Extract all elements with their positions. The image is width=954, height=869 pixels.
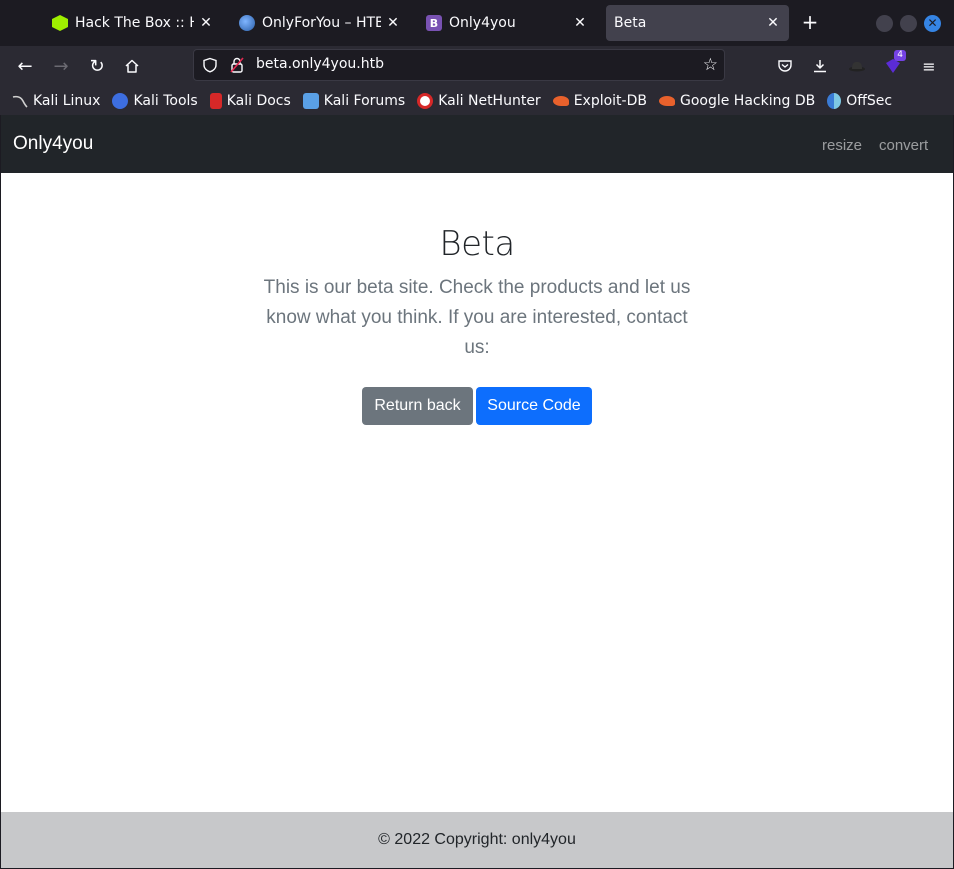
bookmark-offsec[interactable]: OffSec	[827, 92, 893, 109]
close-tab-icon[interactable]: ✕	[385, 15, 401, 31]
url-text[interactable]: beta.only4you.htb	[256, 56, 384, 72]
page-title: Beta	[439, 224, 515, 264]
site-brand-link[interactable]: Only4you	[13, 133, 93, 155]
new-tab-icon[interactable]: +	[800, 12, 820, 33]
bookmark-label: OffSec	[846, 92, 893, 109]
downloads-icon[interactable]	[809, 55, 831, 77]
bookmark-google-hacking-db[interactable]: Google Hacking DB	[658, 92, 816, 109]
bookmark-kali-forums[interactable]: Kali Forums	[302, 92, 406, 109]
tab-only4you[interactable]: B Only4you ✕	[418, 5, 596, 41]
page-content: Only4you resize convert Beta This is our…	[1, 115, 953, 868]
bookmark-label: Google Hacking DB	[679, 92, 816, 109]
globe-icon	[239, 15, 255, 31]
tab-onlyforyou-htb[interactable]: OnlyForYou – HTB - ✕	[231, 5, 409, 41]
site-navbar: Only4you resize convert	[1, 115, 953, 173]
bookmark-exploit-db[interactable]: Exploit-DB	[552, 92, 647, 109]
tab-beta[interactable]: Beta ✕	[606, 5, 789, 41]
hero-lead-text: This is our beta site. Check the product…	[263, 277, 691, 358]
tab-title: OnlyForYou – HTB -	[262, 15, 381, 31]
bookmark-kali-nethunter[interactable]: Kali NetHunter	[417, 92, 541, 109]
minimize-window-icon[interactable]	[876, 15, 893, 32]
bookmark-label: Kali Tools	[133, 92, 198, 109]
bookmark-kali-docs[interactable]: Kali Docs	[209, 92, 291, 109]
exploit-db-icon	[552, 95, 569, 106]
nethunter-icon	[417, 92, 434, 109]
pocket-icon[interactable]	[774, 55, 796, 77]
url-bar[interactable]: beta.only4you.htb ☆	[193, 49, 725, 81]
extension-hat-icon[interactable]	[846, 55, 868, 77]
tracking-protection-shield-icon[interactable]	[202, 57, 218, 73]
offsec-icon	[827, 92, 842, 109]
reload-icon[interactable]: ↻	[85, 54, 109, 78]
close-window-icon[interactable]: ✕	[924, 15, 941, 32]
forward-icon[interactable]: →	[49, 54, 73, 78]
bookmark-star-icon[interactable]: ☆	[703, 55, 718, 75]
ghdb-icon	[658, 95, 675, 106]
extension-foxyproxy-icon[interactable]: 4	[882, 50, 906, 77]
menu-hamburger-icon[interactable]: ≡	[918, 55, 940, 77]
close-tab-icon[interactable]: ✕	[572, 15, 588, 31]
nav-link-resize[interactable]: resize	[822, 137, 862, 154]
tab-title: Hack The Box :: Hack	[75, 15, 194, 31]
close-tab-icon[interactable]: ✕	[198, 15, 214, 31]
bookmarks-toolbar: Kali Linux Kali Tools Kali Docs Kali For…	[0, 86, 954, 115]
tab-hackthebox[interactable]: Hack The Box :: Hack ✕	[44, 5, 222, 41]
maximize-window-icon[interactable]	[900, 15, 917, 32]
tab-title: Only4you	[449, 15, 516, 31]
close-tab-icon[interactable]: ✕	[765, 15, 781, 31]
return-back-button[interactable]: Return back	[362, 387, 473, 425]
site-footer: © 2022 Copyright: only4you	[1, 812, 953, 868]
bookmark-label: Kali Forums	[323, 92, 406, 109]
htb-cube-icon	[52, 15, 68, 31]
nav-link-convert[interactable]: convert	[879, 137, 928, 154]
home-icon[interactable]	[120, 54, 144, 78]
bookmark-label: Kali Docs	[226, 92, 291, 109]
insecure-lock-icon[interactable]	[230, 57, 244, 73]
bookmark-label: Kali NetHunter	[438, 92, 541, 109]
kali-forums-icon	[302, 92, 319, 109]
navigation-toolbar: ← → ↻ beta.only4you.htb ☆ 4 ≡	[0, 46, 954, 86]
source-code-button[interactable]: Source Code	[476, 387, 592, 425]
bookmark-label: Kali Linux	[33, 92, 101, 109]
tab-title: Beta	[614, 15, 647, 31]
kali-docs-icon	[209, 92, 222, 109]
kali-tools-icon	[112, 92, 129, 109]
bookmark-label: Exploit-DB	[573, 92, 647, 109]
tab-strip: Hack The Box :: Hack ✕ OnlyForYou – HTB …	[0, 0, 954, 46]
copyright-text: © 2022 Copyright: only4you	[378, 831, 576, 848]
bookmark-kali-linux[interactable]: Kali Linux	[12, 93, 100, 109]
back-icon[interactable]: ←	[13, 54, 37, 78]
extension-badge: 4	[894, 50, 906, 61]
bootstrap-icon: B	[426, 15, 442, 31]
bookmark-kali-tools[interactable]: Kali Tools	[112, 92, 198, 109]
kali-dragon-icon	[12, 93, 28, 109]
